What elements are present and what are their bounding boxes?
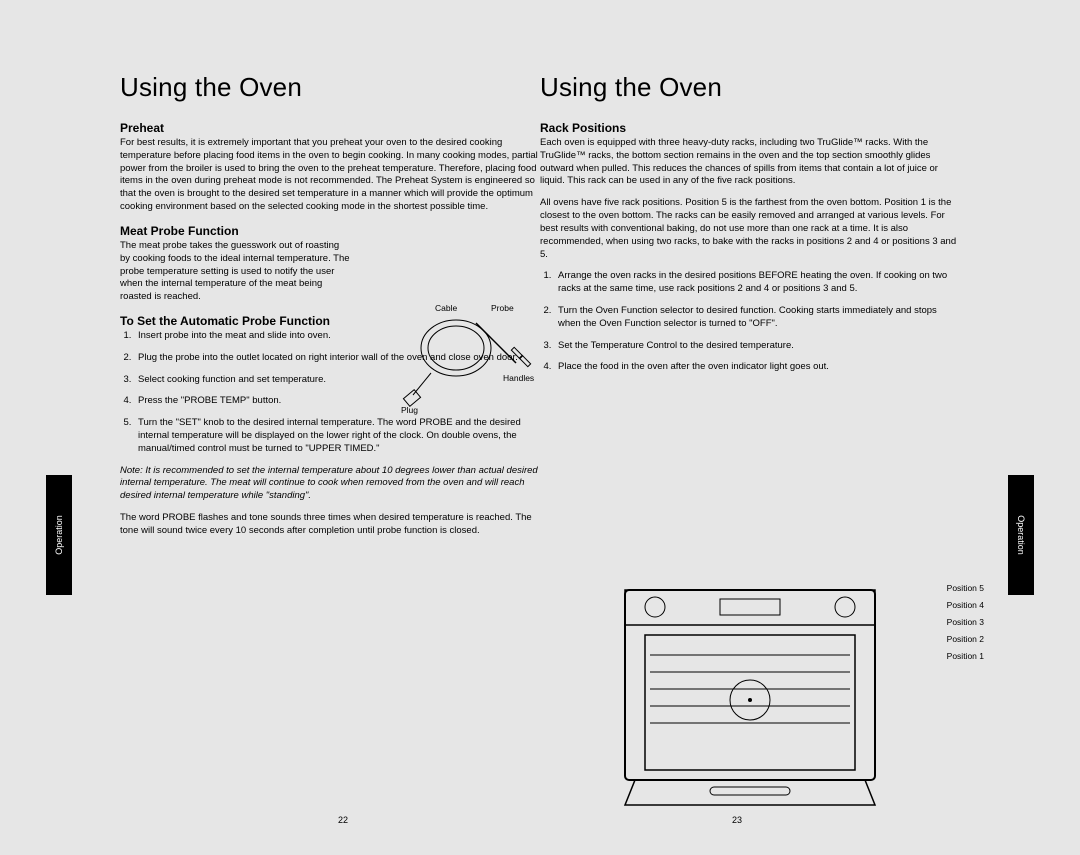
left-page: Using the Oven Preheat For best results,… xyxy=(120,72,540,795)
list-item: Arrange the oven racks in the desired po… xyxy=(554,270,960,296)
heading-set-probe: To Set the Automatic Probe Function xyxy=(120,314,350,328)
position-label: Position 5 xyxy=(947,580,984,597)
list-item: Place the food in the oven after the ove… xyxy=(554,361,960,374)
right-page: Using the Oven Rack Positions Each oven … xyxy=(540,72,960,795)
label-probe: Probe xyxy=(491,303,514,313)
position-label: Position 1 xyxy=(947,648,984,665)
page-spread: Operation Operation Using the Oven Prehe… xyxy=(0,0,1080,855)
meat-probe-illustration: Cable Probe Handles Plug xyxy=(401,303,536,418)
list-item: Turn the "SET" knob to the desired inter… xyxy=(134,417,540,455)
tab-label: Operation xyxy=(54,515,64,555)
position-labels: Position 5 Position 4 Position 3 Positio… xyxy=(947,580,984,665)
list-item: Turn the Oven Function selector to desir… xyxy=(554,305,960,331)
tab-label: Operation xyxy=(1016,515,1026,555)
note-text: Note: It is recommended to set the inter… xyxy=(120,465,540,503)
heading-preheat: Preheat xyxy=(120,121,540,135)
label-cable: Cable xyxy=(435,303,457,313)
list-item: Set the Temperature Control to the desir… xyxy=(554,340,960,353)
page-title: Using the Oven xyxy=(120,72,540,103)
oven-illustration xyxy=(620,585,880,815)
position-label: Position 2 xyxy=(947,631,984,648)
instruction-list: Arrange the oven racks in the desired po… xyxy=(540,270,960,374)
section-tab-right: Operation xyxy=(1008,475,1034,595)
page-number-left: 22 xyxy=(338,815,348,825)
label-handles: Handles xyxy=(503,373,534,383)
body-text: The meat probe takes the guesswork out o… xyxy=(120,240,350,304)
body-text: Each oven is equipped with three heavy-d… xyxy=(540,137,960,188)
heading-rack-positions: Rack Positions xyxy=(540,121,960,135)
body-text: For best results, it is extremely import… xyxy=(120,137,540,214)
heading-meat-probe: Meat Probe Function xyxy=(120,224,540,238)
page-number-right: 23 xyxy=(732,815,742,825)
body-text: The word PROBE flashes and tone sounds t… xyxy=(120,512,540,538)
body-text: All ovens have five rack positions. Posi… xyxy=(540,197,960,261)
position-label: Position 3 xyxy=(947,614,984,631)
label-plug: Plug xyxy=(401,405,418,415)
section-tab-left: Operation xyxy=(46,475,72,595)
position-label: Position 4 xyxy=(947,597,984,614)
page-title: Using the Oven xyxy=(540,72,960,103)
